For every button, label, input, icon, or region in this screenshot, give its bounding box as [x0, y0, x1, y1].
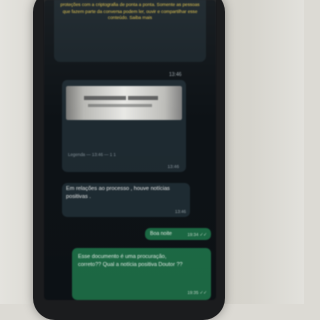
outgoing-message-timestamp: 19:34 ✓✓	[187, 232, 207, 237]
incoming-message-timestamp: 13:46	[175, 209, 186, 214]
document-photo[interactable]	[66, 86, 182, 120]
chat-screen[interactable]: proteções com a criptografia de ponta a …	[44, 0, 216, 300]
outgoing-message[interactable]: Esse documento é uma procuração, correto…	[72, 248, 211, 300]
outgoing-message-text: Esse documento é uma procuração, correto…	[78, 254, 183, 268]
notice-timestamp: 13:46	[169, 72, 182, 78]
encryption-notice[interactable]: proteções com a criptografia de ponta a …	[54, 0, 206, 62]
encryption-notice-text: proteções com a criptografia de ponta a …	[60, 2, 200, 21]
image-caption: Legenda — 13:46 — 1 1	[68, 152, 116, 157]
outgoing-message[interactable]: Boa noite 19:34 ✓✓	[145, 228, 211, 240]
outgoing-message-timestamp: 19:35 ✓✓	[187, 290, 207, 295]
image-timestamp: 13:46	[167, 164, 180, 169]
document-text-line	[128, 96, 158, 100]
document-text-line	[88, 104, 152, 107]
document-text-line	[84, 96, 126, 100]
incoming-message-text: Em relações ao processo , houve notícias…	[66, 186, 170, 200]
incoming-message[interactable]: Em relações ao processo , houve notícias…	[62, 183, 190, 217]
image-message[interactable]: Legenda — 13:46 — 1 1 13:46	[62, 80, 186, 172]
outgoing-message-text: Boa noite	[150, 231, 172, 237]
